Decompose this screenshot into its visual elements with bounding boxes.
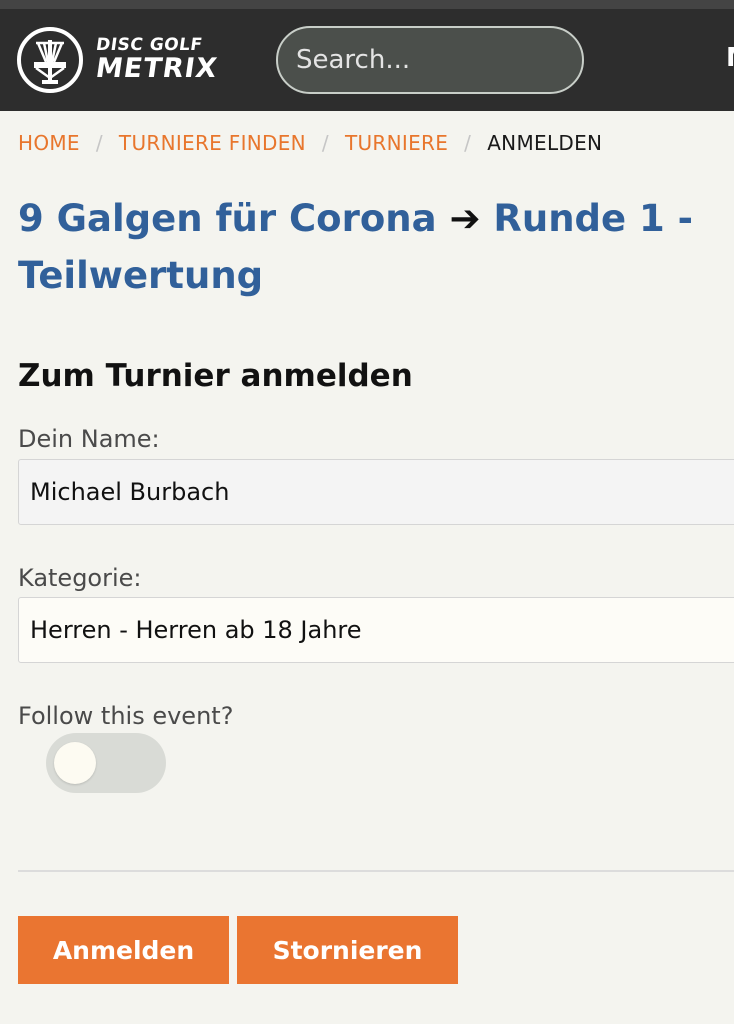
logo-wordmark[interactable]: DISC GOLF METRIX — [93, 35, 220, 84]
divider — [18, 870, 734, 872]
toggle-knob — [54, 742, 96, 784]
form-heading: Zum Turnier anmelden — [18, 358, 413, 394]
breadcrumb-separator: / — [464, 131, 472, 155]
breadcrumb-separator: / — [95, 131, 103, 155]
navbar: DISC GOLF METRIX M — [0, 9, 734, 111]
disc-golf-basket-logo-icon[interactable] — [16, 26, 84, 94]
category-select[interactable]: Herren - Herren ab 18 Jahre — [18, 597, 734, 663]
breadcrumb-separator: / — [321, 131, 329, 155]
page-title: 9 Galgen für Corona ➔ Runde 1 - Teilwert… — [18, 190, 718, 304]
name-field-value: Michael Burbach — [30, 478, 230, 506]
category-label: Kategorie: — [18, 564, 142, 592]
logo-line2: METRIX — [93, 53, 220, 84]
breadcrumb-tournaments[interactable]: TURNIERE — [345, 131, 448, 155]
breadcrumb: HOME / TURNIERE FINDEN / TURNIERE / ANME… — [18, 129, 602, 157]
breadcrumb-find-tournaments[interactable]: TURNIERE FINDEN — [119, 131, 306, 155]
event-title-link[interactable]: 9 Galgen für Corona — [18, 197, 437, 240]
register-button[interactable]: Anmelden — [18, 916, 229, 984]
follow-label: Follow this event? — [18, 702, 234, 730]
top-status-strip — [0, 0, 734, 9]
category-select-value: Herren - Herren ab 18 Jahre — [30, 616, 362, 644]
breadcrumb-home[interactable]: HOME — [18, 131, 80, 155]
menu-item-peek[interactable]: M — [726, 43, 734, 71]
name-label: Dein Name: — [18, 425, 160, 453]
breadcrumb-current: ANMELDEN — [487, 131, 603, 155]
logo-line1: DISC GOLF — [94, 35, 204, 55]
search-input[interactable] — [276, 26, 584, 94]
name-field[interactable]: Michael Burbach — [18, 459, 734, 525]
cancel-button[interactable]: Stornieren — [237, 916, 458, 984]
follow-toggle[interactable] — [46, 733, 166, 793]
arrow-right-icon: ➔ — [449, 197, 481, 240]
